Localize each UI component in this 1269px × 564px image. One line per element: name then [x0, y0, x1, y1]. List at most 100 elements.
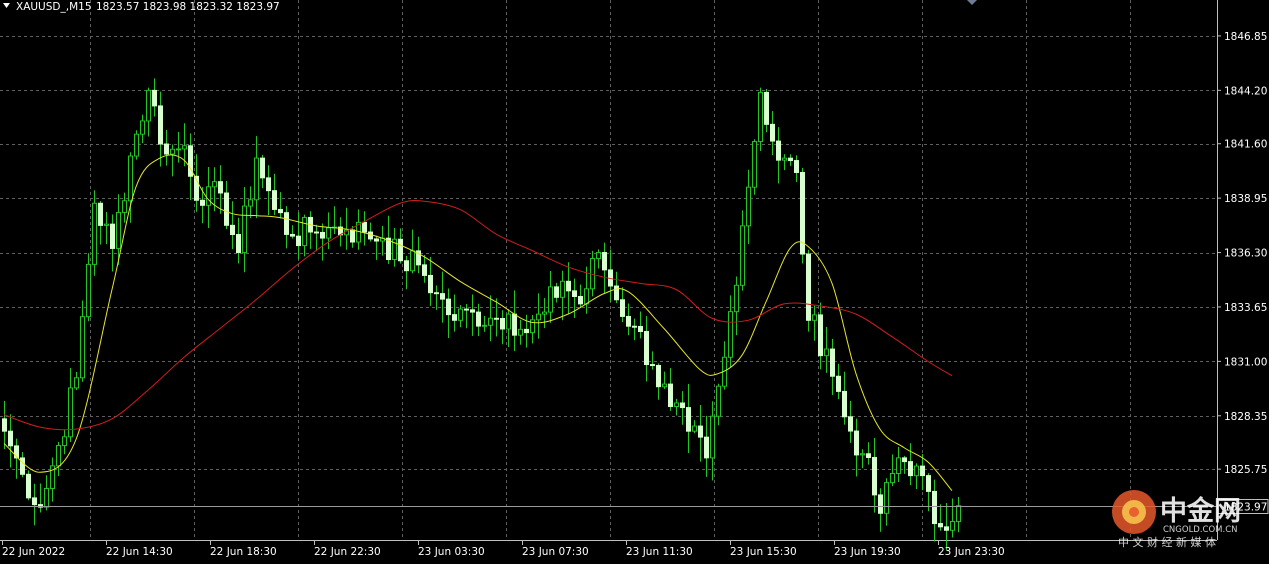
y-tick-label: 1833.65 — [1224, 302, 1267, 314]
candle-body-up — [242, 205, 247, 254]
candle-body-up — [860, 453, 865, 456]
candle-body-down — [200, 199, 205, 206]
candle-body-up — [488, 317, 493, 326]
candle-body-up — [56, 445, 61, 467]
candle-body-down — [158, 105, 163, 145]
x-tick-label: 23 Jun 23:30 — [938, 546, 1005, 558]
candle-body-down — [830, 348, 835, 377]
candle-body-down — [818, 314, 823, 357]
candle-body-down — [668, 383, 673, 408]
x-tick-label: 23 Jun 19:30 — [834, 546, 901, 558]
candle-body-up — [140, 120, 145, 135]
candle-body-down — [218, 181, 223, 194]
candle-body-up — [548, 286, 553, 313]
candle-body-up — [206, 186, 211, 206]
candle-body-down — [638, 325, 643, 332]
candle-body-down — [776, 140, 781, 161]
candle-body-up — [542, 311, 547, 315]
candle-body-down — [650, 364, 655, 367]
candle-body-down — [770, 123, 775, 142]
candle-body-down — [494, 317, 499, 320]
candle-body-down — [836, 375, 841, 392]
candle-body-up — [782, 157, 787, 161]
candle-body-down — [620, 299, 625, 317]
candle-body-down — [908, 461, 913, 477]
candle-body-up — [662, 383, 667, 388]
candle-body-up — [212, 181, 217, 188]
x-tick-label: 22 Jun 18:30 — [210, 546, 277, 558]
candle-body-up — [692, 425, 697, 432]
candle-body-down — [272, 190, 277, 210]
candle-body-down — [578, 295, 583, 305]
candle-body-up — [518, 328, 523, 336]
candle-body-down — [866, 453, 871, 458]
candle-body-down — [296, 235, 301, 247]
x-tick-label: 23 Jun 07:30 — [522, 546, 589, 558]
candle-body-down — [686, 407, 691, 432]
candle-body-down — [848, 416, 853, 432]
candle-body-down — [554, 286, 559, 298]
candle-body-down — [644, 330, 649, 366]
candle-body-down — [236, 234, 241, 254]
candle-body-up — [716, 385, 721, 417]
candle-body-down — [566, 280, 571, 292]
candle-body-down — [110, 223, 115, 249]
candle-body-down — [698, 425, 703, 438]
price-chart[interactable]: 1823.97 1846.85 1844.20 1841.60 1838.95 1836… — [0, 0, 1269, 560]
candle-body-down — [2, 418, 7, 432]
candle-body-up — [302, 216, 307, 247]
candle-body-down — [500, 318, 505, 330]
candle-body-down — [32, 497, 37, 506]
candle-body-down — [524, 328, 529, 334]
candle-body-up — [254, 157, 259, 201]
candle-body-up — [92, 202, 97, 265]
candle-body-down — [452, 314, 457, 321]
candle-body-up — [824, 348, 829, 357]
candle-body-down — [842, 390, 847, 418]
candle-body-up — [812, 314, 817, 321]
candle-body-down — [932, 490, 937, 525]
candle-body-down — [656, 364, 661, 388]
candle-body-up — [950, 521, 955, 531]
candle-body-up — [914, 465, 919, 477]
y-tick-label: 1838.95 — [1224, 193, 1267, 205]
candle-body-up — [182, 145, 187, 150]
candle-body-down — [788, 157, 793, 162]
candle-body-down — [626, 315, 631, 327]
candle-body-up — [104, 223, 109, 226]
candle-body-down — [476, 311, 481, 327]
candle-body-down — [230, 224, 235, 236]
candle-body-up — [752, 141, 757, 188]
candle-body-down — [266, 177, 271, 192]
candle-body-up — [146, 89, 151, 122]
candle-body-up — [116, 211, 121, 249]
candle-body-down — [764, 91, 769, 125]
x-tick-label: 22 Jun 22:30 — [314, 546, 381, 558]
candle-body-up — [734, 284, 739, 313]
candle-body-down — [398, 238, 403, 262]
candle-body-down — [938, 523, 943, 528]
candle-body-down — [224, 192, 229, 226]
candle-body-down — [680, 402, 685, 409]
candle-body-down — [572, 290, 577, 297]
candle-body-up — [740, 225, 745, 286]
candle-body-down — [704, 436, 709, 459]
candle-body-up — [674, 402, 679, 408]
symbol-label: XAUUSD_,M15 — [16, 1, 92, 13]
ohlc-values: 1823.57 1823.98 1823.32 1823.97 — [96, 1, 280, 13]
candle-body-down — [164, 143, 169, 155]
candle-body-down — [278, 208, 283, 214]
candle-body-down — [428, 274, 433, 294]
candle-body-up — [86, 263, 91, 318]
candle-body-down — [152, 89, 157, 107]
candle-body-down — [446, 298, 451, 316]
candle-body-down — [320, 231, 325, 239]
candle-body-up — [134, 133, 139, 157]
candle-body-down — [20, 457, 25, 475]
candle-body-up — [884, 482, 889, 514]
candle-body-down — [464, 308, 469, 311]
candle-body-down — [920, 465, 925, 477]
candle-body-up — [458, 308, 463, 321]
candle-body-up — [128, 155, 133, 202]
chart-canvas[interactable]: 1823.97 1846.851844.201841.601838.951836… — [0, 0, 1269, 560]
